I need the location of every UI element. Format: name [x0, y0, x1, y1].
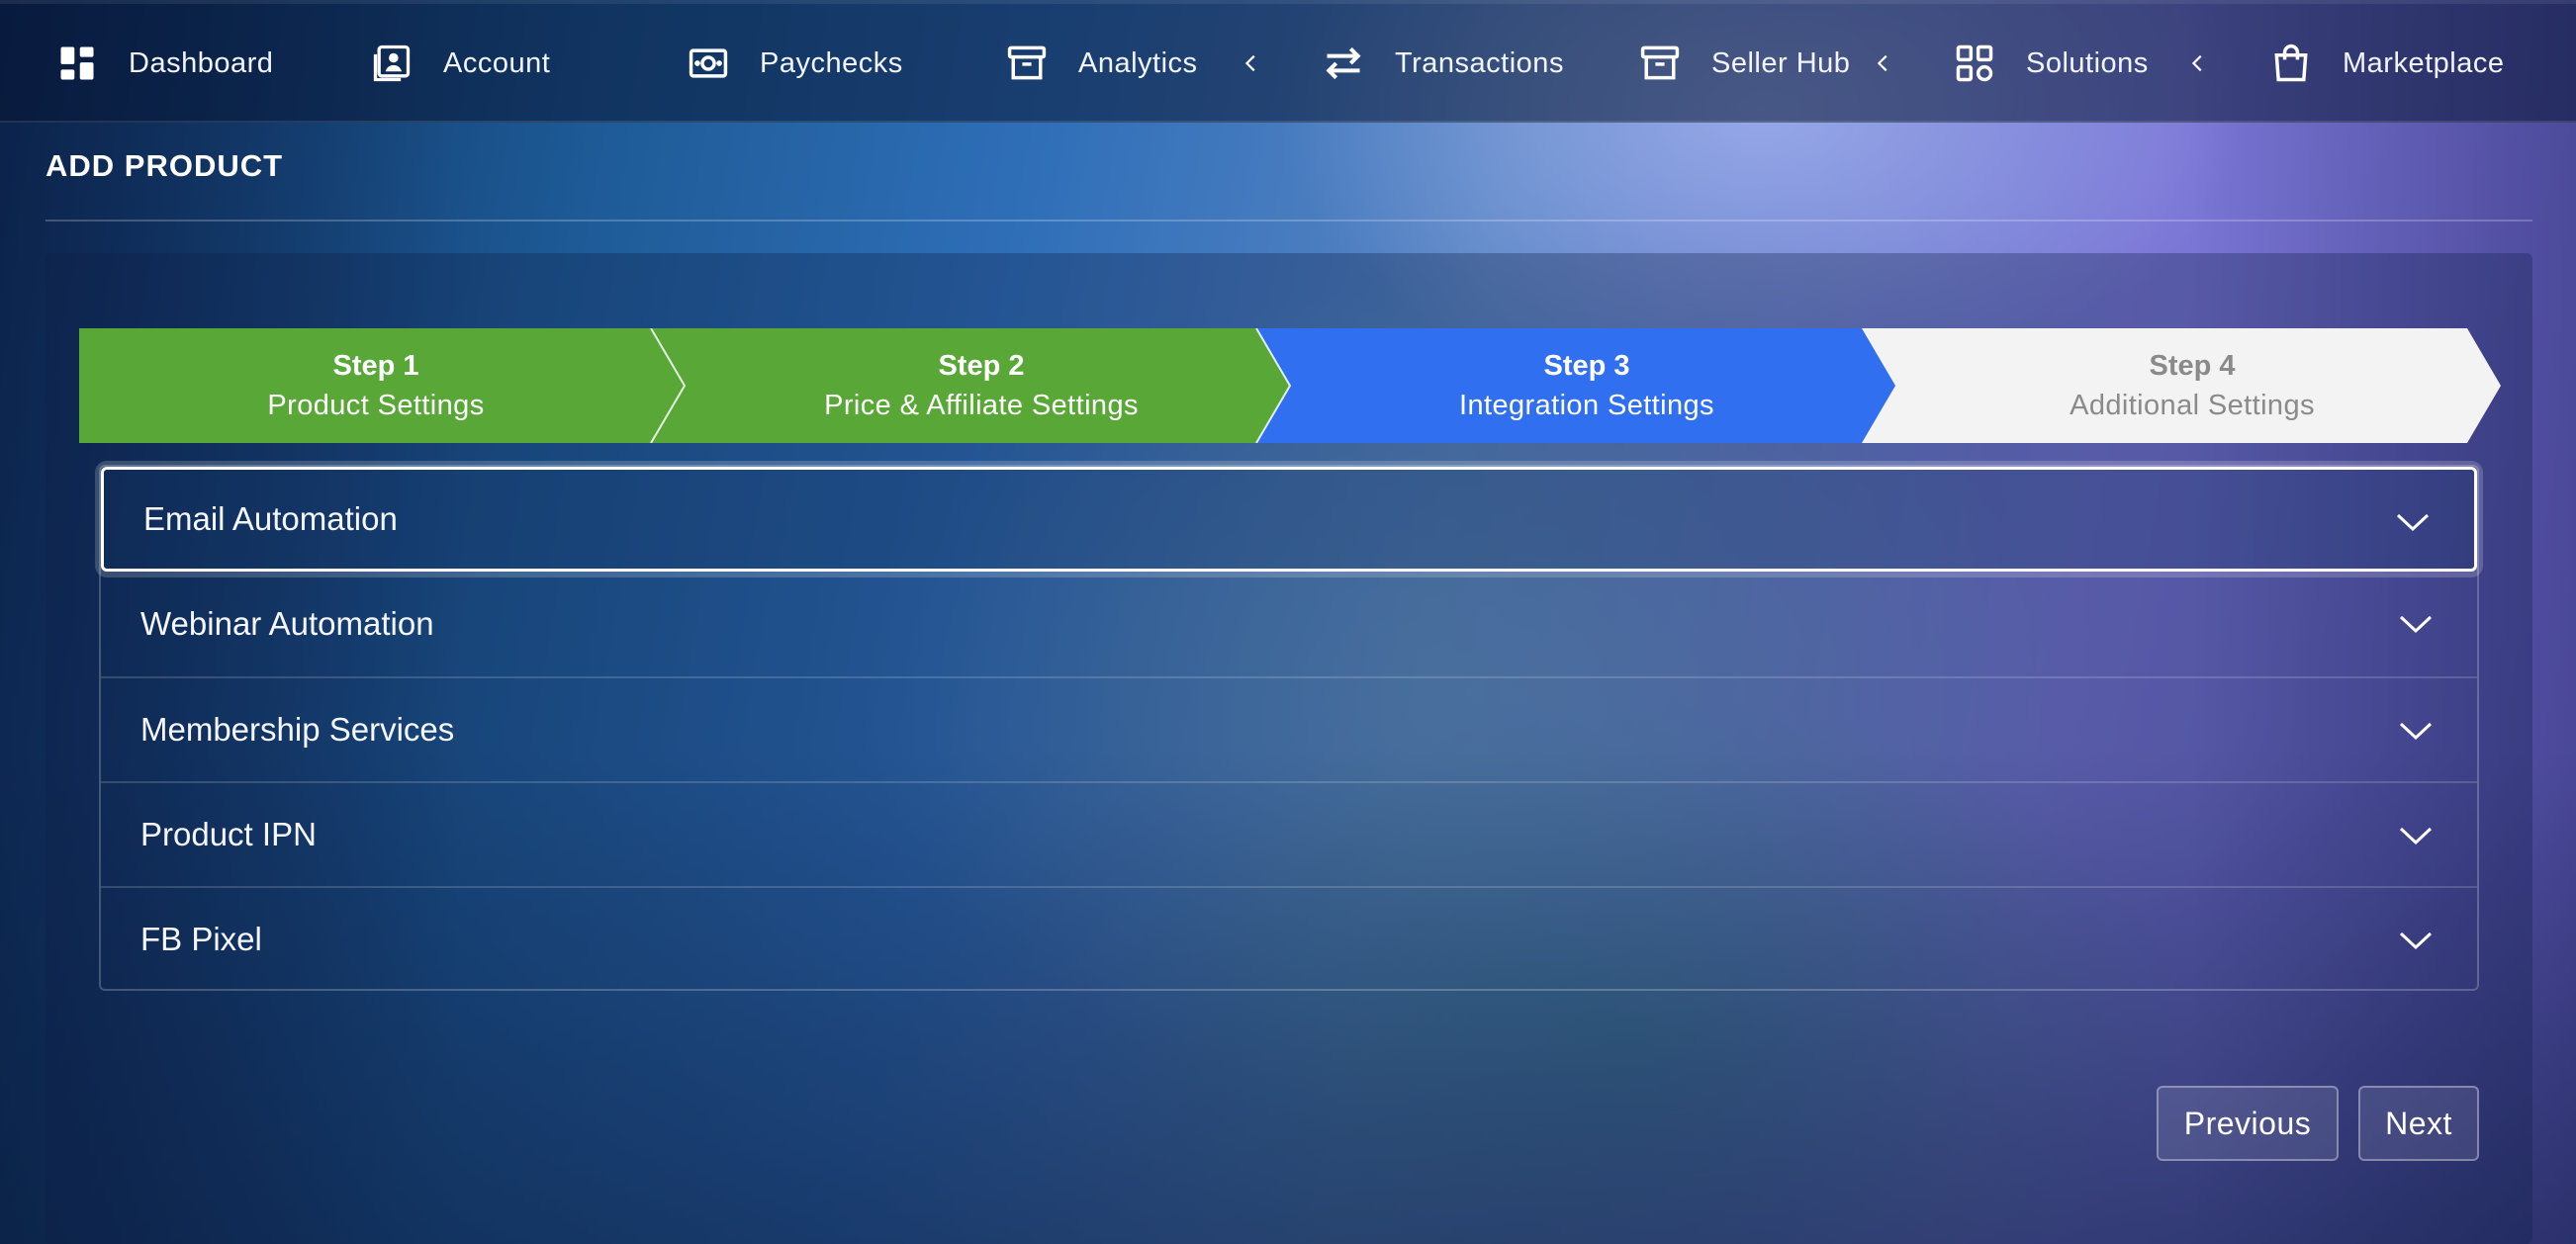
chevron-down-icon [2399, 722, 2433, 741]
nav-item-account[interactable]: Account [370, 36, 550, 91]
step-3[interactable]: Step 3 Integration Settings [1290, 346, 1884, 425]
accordion-product-ipn[interactable]: Product IPN [101, 781, 2477, 886]
step-label: Product Settings [267, 390, 485, 421]
nav-top-divider [0, 0, 2576, 4]
paychecks-icon [689, 48, 728, 78]
accordion-email-automation[interactable]: Email Automation [101, 467, 2477, 572]
nav-label: Account [443, 46, 551, 79]
nav-label: Dashboard [129, 46, 274, 79]
accordion-fb-pixel[interactable]: FB Pixel [101, 886, 2477, 991]
nav-label: Analytics [1078, 46, 1198, 79]
nav-item-transactions[interactable]: Transactions [1322, 36, 1564, 91]
accordion-title: FB Pixel [140, 921, 262, 957]
solutions-chevron-left-icon[interactable] [2180, 45, 2216, 81]
chevron-down-icon [2399, 615, 2433, 634]
nav-item-paychecks[interactable]: Paychecks [687, 36, 903, 91]
next-button[interactable]: Next [2358, 1086, 2479, 1161]
nav-label: Seller Hub [1711, 46, 1851, 79]
nav-item-solutions[interactable]: Solutions [1953, 36, 2149, 91]
step-number: Step 4 [2149, 350, 2236, 382]
nav-label: Paychecks [760, 46, 903, 79]
page-title: ADD PRODUCT [46, 148, 284, 183]
previous-button[interactable]: Previous [2157, 1086, 2339, 1161]
shopping-bag-icon [2274, 44, 2308, 82]
archive-icon [1007, 45, 1047, 80]
grid-icon [1956, 44, 1993, 82]
step-2[interactable]: Step 2 Price & Affiliate Settings [685, 346, 1278, 425]
nav-item-dashboard[interactable]: Dashboard [55, 36, 273, 91]
step-number: Step 1 [332, 350, 419, 382]
top-navigation: Dashboard Account Paychecks Analytics Tr… [0, 0, 2576, 123]
nav-label: Transactions [1395, 46, 1564, 79]
transfer-icon [1326, 46, 1361, 80]
nav-item-marketplace[interactable]: Marketplace [2269, 36, 2504, 91]
seller-hub-chevron-left-icon[interactable] [1866, 45, 1901, 81]
archive-icon [1640, 45, 1680, 80]
accordion-title: Webinar Automation [140, 605, 434, 642]
accordion-webinar-automation[interactable]: Webinar Automation [101, 572, 2477, 676]
step-label: Integration Settings [1459, 390, 1714, 421]
step-label: Additional Settings [2070, 390, 2315, 421]
chevron-down-icon [2399, 932, 2433, 950]
step-4[interactable]: Step 4 Additional Settings [1895, 346, 2489, 425]
accordion-title: Product IPN [140, 816, 317, 852]
chevron-down-icon [2399, 827, 2433, 845]
step-label: Price & Affiliate Settings [824, 390, 1139, 421]
integration-accordion: Email Automation Webinar Automation Memb… [99, 465, 2479, 991]
title-divider [46, 220, 2532, 222]
account-icon [373, 44, 411, 82]
nav-label: Marketplace [2343, 46, 2505, 79]
chevron-down-icon [2396, 513, 2430, 532]
analytics-chevron-left-icon[interactable] [1234, 45, 1269, 81]
step-1[interactable]: Step 1 Product Settings [79, 346, 673, 425]
dashboard-icon [60, 46, 94, 80]
nav-item-analytics[interactable]: Analytics [1005, 36, 1198, 91]
stepper: Step 1 Product Settings Step 2 Price & A… [79, 328, 2501, 443]
accordion-title: Email Automation [143, 500, 398, 537]
nav-item-seller-hub[interactable]: Seller Hub [1638, 36, 1850, 91]
step-number: Step 2 [938, 350, 1025, 382]
step-number: Step 3 [1543, 350, 1630, 382]
nav-label: Solutions [2026, 46, 2149, 79]
accordion-membership-services[interactable]: Membership Services [101, 676, 2477, 781]
accordion-title: Membership Services [140, 711, 455, 748]
